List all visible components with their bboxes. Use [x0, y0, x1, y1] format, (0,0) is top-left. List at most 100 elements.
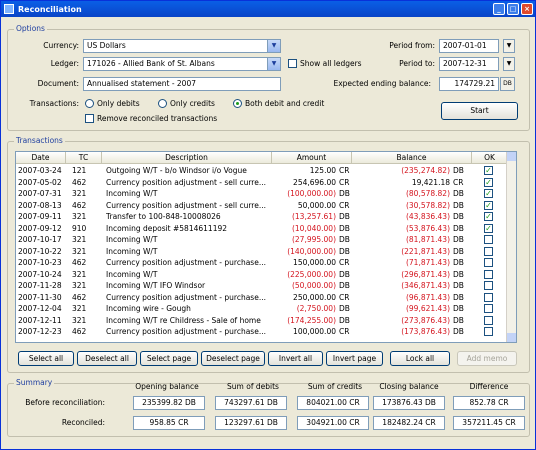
- invert-all-button[interactable]: Invert all: [268, 351, 323, 366]
- close-button[interactable]: ×: [521, 3, 533, 15]
- period-from-calendar-icon[interactable]: ▼: [503, 39, 515, 53]
- currency-label: Currency:: [43, 41, 79, 50]
- cell-balance: (173,876.43): [401, 327, 450, 336]
- vertical-scrollbar[interactable]: [506, 152, 516, 342]
- ok-checkbox[interactable]: ✓: [484, 189, 493, 198]
- table-row[interactable]: 2007-09-12 910 Incoming deposit #581461119…: [16, 223, 516, 235]
- add-memo-button[interactable]: Add memo: [457, 351, 517, 366]
- currency-select[interactable]: US Dollars ▼: [83, 39, 281, 53]
- summary-header-closing: Closing balance: [379, 382, 439, 391]
- scroll-down-icon[interactable]: [507, 333, 516, 342]
- cell-amount-type: CR: [339, 166, 350, 175]
- col-balance[interactable]: Balance: [352, 152, 472, 164]
- period-to-field[interactable]: 2007-12-31: [439, 57, 499, 71]
- app-icon: [4, 4, 14, 14]
- cell-amount: (13,257.61): [291, 212, 336, 221]
- table-row[interactable]: 2007-10-17 321 Incoming W/T (27,995.00) DB (8…: [16, 234, 516, 246]
- cell-tc: 910: [72, 223, 87, 233]
- table-row[interactable]: 2007-10-23 462 Currency position adjustmen…: [16, 257, 516, 269]
- before-difference-value: 852.78 CR: [453, 396, 525, 410]
- chevron-down-icon[interactable]: ▼: [267, 40, 280, 52]
- cell-balance-type: DB: [453, 269, 464, 279]
- table-row[interactable]: 2007-08-13 462 Currency position adjustmen…: [16, 200, 516, 212]
- col-date[interactable]: Date: [16, 152, 66, 164]
- ok-checkbox[interactable]: ✓: [484, 177, 493, 187]
- deselect-all-button[interactable]: Deselect all: [77, 351, 137, 366]
- expected-balance-unit[interactable]: DB: [500, 77, 515, 91]
- radio-only-debits[interactable]: [85, 99, 94, 108]
- expected-balance-field[interactable]: 174729.21: [439, 77, 499, 91]
- col-amount[interactable]: Amount: [272, 152, 352, 164]
- ok-checkbox[interactable]: [484, 304, 493, 313]
- cell-date: 2007-12-11: [18, 315, 62, 325]
- lock-all-button[interactable]: Lock all: [390, 351, 450, 366]
- cell-amount: 50,000.00: [297, 200, 336, 210]
- cell-amount-type: DB: [339, 269, 350, 279]
- table-row[interactable]: 2007-11-30 462 Currency position adjustmen…: [16, 292, 516, 304]
- cell-amount: (50,000.00): [291, 281, 336, 290]
- cell-amount-type: DB: [339, 304, 350, 313]
- table-row[interactable]: 2007-11-28 321 Incoming W/T IFO Windsor (50…: [16, 280, 516, 292]
- scroll-up-icon[interactable]: [507, 152, 516, 161]
- cell-date: 2007-09-11: [18, 212, 62, 221]
- cell-balance-type: DB: [453, 281, 464, 290]
- cell-balance-type: DB: [453, 189, 464, 198]
- ok-checkbox[interactable]: ✓: [484, 166, 493, 175]
- table-row[interactable]: 2007-07-31 321 Incoming W/T (100,000.00) DB(…: [16, 188, 516, 200]
- options-title: Options: [14, 24, 47, 33]
- table-row[interactable]: 2007-10-24 321 Incoming W/T (225,000.00) DB(…: [16, 269, 516, 281]
- cell-tc: 321: [72, 212, 87, 221]
- ok-checkbox[interactable]: [484, 281, 493, 290]
- summary-header-difference: Difference: [469, 382, 509, 391]
- before-credits-value: 804021.00 CR: [297, 396, 369, 410]
- radio-only-credits[interactable]: [158, 99, 167, 108]
- transactions-table[interactable]: Date TC Description Amount Balance OK 20…: [15, 151, 517, 343]
- col-description[interactable]: Description: [102, 152, 272, 164]
- ok-checkbox[interactable]: [484, 235, 493, 244]
- ok-checkbox[interactable]: [484, 246, 493, 256]
- start-button[interactable]: Start: [441, 102, 518, 120]
- cell-balance-type: DB: [453, 327, 464, 336]
- ok-checkbox[interactable]: [484, 315, 493, 325]
- table-row[interactable]: 2007-12-11 321 Incoming W/T re Childress -…: [16, 315, 516, 327]
- ok-checkbox[interactable]: [484, 327, 493, 336]
- col-ok[interactable]: OK: [472, 152, 508, 164]
- table-row[interactable]: 2007-12-23 462 Currency position adjustmen…: [16, 326, 516, 338]
- show-all-ledgers-checkbox[interactable]: [288, 59, 297, 68]
- document-field[interactable]: Annualised statement - 2007: [83, 77, 281, 91]
- deselect-page-button[interactable]: Deselect page: [201, 351, 265, 366]
- cell-amount-type: CR: [339, 292, 350, 302]
- ok-checkbox[interactable]: ✓: [484, 212, 493, 221]
- cell-description: Currency position adjustment - sell curr…: [106, 200, 266, 210]
- cell-date: 2007-10-24: [18, 269, 62, 279]
- table-row[interactable]: 2007-12-04 321 Incoming wire - Gough (2,750…: [16, 303, 516, 315]
- radio-both[interactable]: [233, 99, 242, 108]
- chevron-down-icon[interactable]: ▼: [267, 58, 280, 70]
- ledger-label: Ledger:: [50, 59, 79, 68]
- table-row[interactable]: 2007-03-24 121 Outgoing W/T - b/o Windsor …: [16, 165, 516, 177]
- cell-tc: 462: [72, 258, 87, 267]
- period-to-calendar-icon[interactable]: ▼: [503, 57, 515, 71]
- cell-amount-type: CR: [339, 327, 350, 336]
- cell-amount-type: DB: [339, 223, 350, 233]
- remove-reconciled-checkbox[interactable]: [85, 114, 94, 123]
- invert-page-button[interactable]: Invert page: [326, 351, 383, 366]
- ok-checkbox[interactable]: [484, 292, 493, 302]
- ledger-select[interactable]: 171026 - Allied Bank of St. Albans ▼: [83, 57, 281, 71]
- ok-checkbox[interactable]: ✓: [484, 223, 493, 233]
- cell-description: Currency position adjustment - purchase.…: [106, 258, 266, 267]
- period-from-field[interactable]: 2007-01-01: [439, 39, 499, 53]
- reconciled-debits-value: 123297.61 DB: [215, 416, 287, 430]
- table-row[interactable]: 2007-05-02 462 Currency position adjustmen…: [16, 177, 516, 189]
- table-row[interactable]: 2007-09-11 321 Transfer to 100-848-1000802…: [16, 211, 516, 223]
- ok-checkbox[interactable]: [484, 258, 493, 267]
- minimize-button[interactable]: _: [493, 3, 505, 15]
- title-bar[interactable]: Reconciliation _ □ ×: [1, 1, 535, 17]
- table-row[interactable]: 2007-10-22 321 Incoming W/T (140,000.00) DB(…: [16, 246, 516, 258]
- ok-checkbox[interactable]: ✓: [484, 200, 493, 210]
- col-tc[interactable]: TC: [66, 152, 102, 164]
- maximize-button[interactable]: □: [507, 3, 519, 15]
- select-all-button[interactable]: Select all: [18, 351, 74, 366]
- ok-checkbox[interactable]: [484, 269, 493, 279]
- select-page-button[interactable]: Select page: [140, 351, 198, 366]
